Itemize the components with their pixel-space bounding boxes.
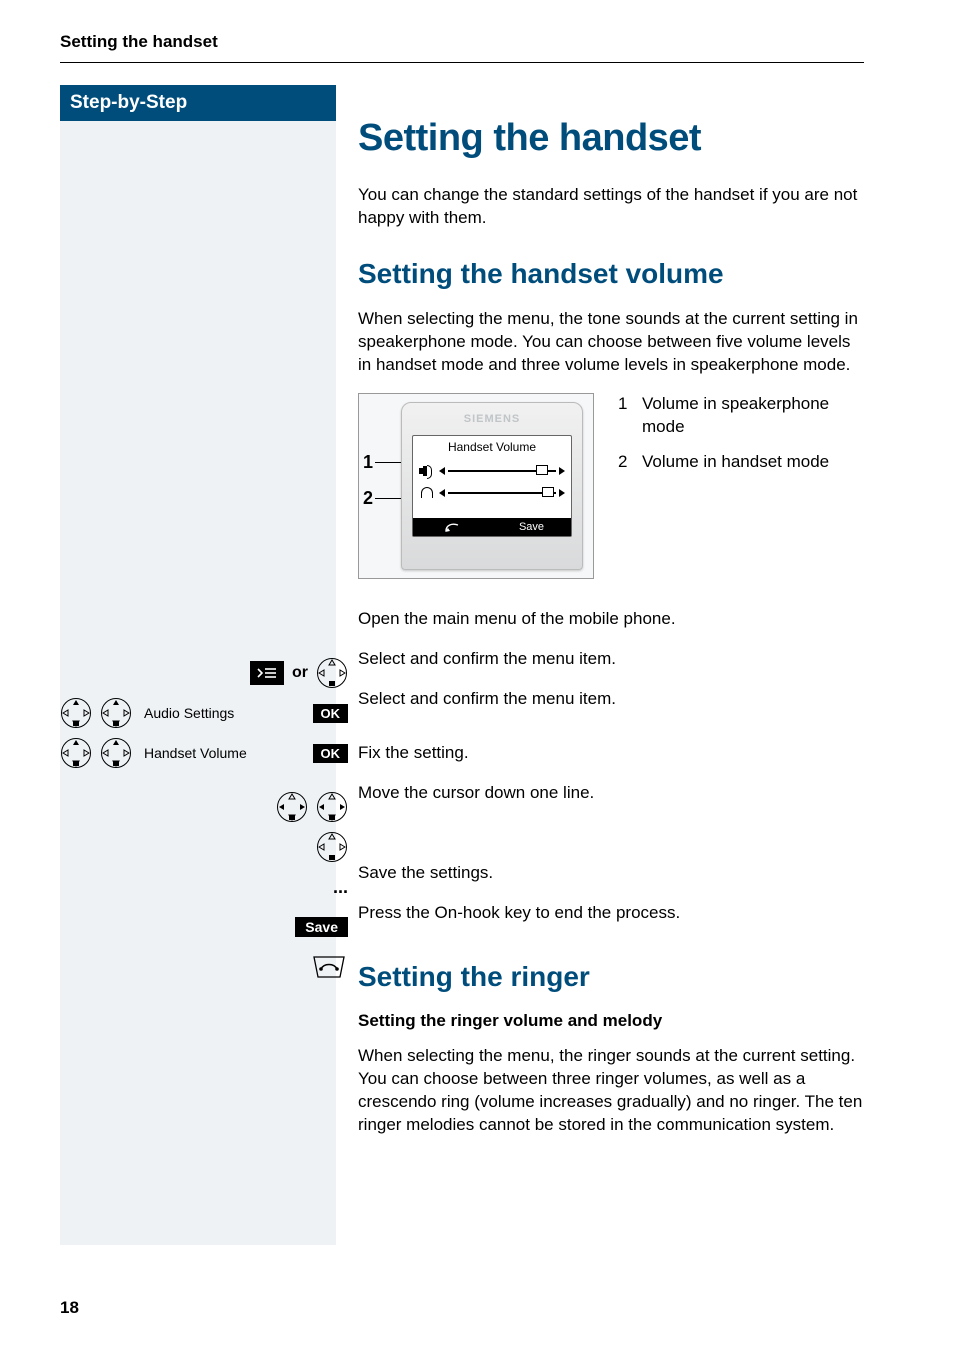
softkey-save: Save	[492, 518, 571, 536]
nav-key-icon	[100, 697, 132, 729]
step-text-2: Select and confirm the menu item.	[358, 639, 864, 679]
nav-key-icon	[60, 737, 92, 769]
page-title: Setting the handset	[358, 117, 864, 160]
diagram-legend: 1 Volume in speakerphone mode 2 Volume i…	[618, 393, 864, 486]
step-text-7: Save the settings.	[358, 853, 864, 893]
step-text-3: Select and confirm the menu item.	[358, 679, 864, 719]
step-text-5: Move the cursor down one line.	[358, 773, 864, 813]
legend-num-1: 1	[618, 393, 632, 439]
page-section-header: Setting the handset	[60, 32, 864, 63]
step-icons-column: or Audio Settings OK	[60, 653, 358, 987]
nav-key-icon	[276, 791, 308, 823]
intro-paragraph: You can change the standard settings of …	[358, 184, 864, 230]
phone-brand-label: SIEMENS	[402, 413, 582, 425]
volume-bar-handset	[439, 487, 565, 499]
main-content: Setting the handset You can change the s…	[358, 85, 864, 1245]
sidebar: Step-by-Step or	[60, 85, 336, 1245]
volume-paragraph: When selecting the menu, the tone sounds…	[358, 308, 864, 377]
screen-title: Handset Volume	[419, 440, 565, 454]
nav-key-icon	[60, 697, 92, 729]
nav-key-down-icon	[316, 831, 348, 863]
legend-num-2: 2	[618, 451, 632, 474]
on-hook-key-icon	[310, 953, 348, 981]
step-text-8: Press the On-hook key to end the process…	[358, 893, 864, 933]
section-heading-volume: Setting the handset volume	[358, 258, 864, 290]
callout-number-2: 2	[363, 488, 373, 509]
save-softkey: Save	[295, 917, 348, 937]
ok-softkey: OK	[313, 704, 349, 723]
handset-icon	[419, 487, 433, 499]
sidebar-title: Step-by-Step	[60, 85, 336, 121]
step-text-4: Fix the setting.	[358, 733, 864, 773]
softkey-back-icon	[413, 518, 492, 536]
menu-item-handset-volume: Handset Volume	[140, 745, 305, 761]
ellipsis-icon: ...	[333, 877, 348, 898]
step-text-6	[358, 813, 864, 853]
section-heading-ringer: Setting the ringer	[358, 961, 864, 993]
phone-diagram: 1 2 SIEMENS Handset Volume	[358, 393, 594, 579]
ok-softkey: OK	[313, 744, 349, 763]
speaker-icon	[419, 465, 433, 477]
legend-text-1: Volume in speakerphone mode	[642, 393, 864, 439]
phone-screen: Handset Volume	[412, 435, 572, 537]
subsection-heading-ringer: Setting the ringer volume and melody	[358, 1011, 864, 1031]
menu-key-icon	[250, 661, 284, 685]
step-text-1: Open the main menu of the mobile phone.	[358, 599, 864, 639]
menu-item-audio-settings: Audio Settings	[140, 705, 305, 721]
nav-key-icon	[316, 791, 348, 823]
nav-key-icon	[100, 737, 132, 769]
ringer-paragraph: When selecting the menu, the ringer soun…	[358, 1045, 864, 1137]
volume-bar-speaker	[439, 465, 565, 477]
legend-text-2: Volume in handset mode	[642, 451, 829, 474]
nav-key-icon	[316, 657, 348, 689]
callout-number-1: 1	[363, 452, 373, 473]
page-number: 18	[60, 1298, 79, 1318]
or-label: or	[292, 664, 308, 682]
